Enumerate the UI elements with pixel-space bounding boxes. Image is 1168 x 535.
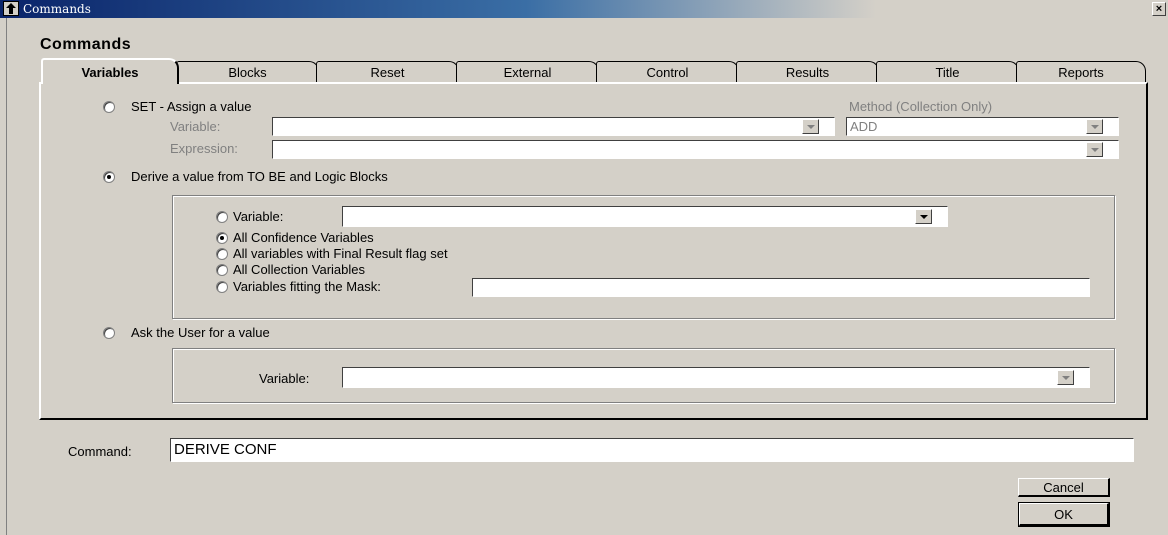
all-collection-label: All Collection Variables <box>233 262 365 277</box>
tab-variables[interactable]: Variables <box>41 58 179 84</box>
expression-select[interactable] <box>272 140 1119 159</box>
set-radio-label: SET - Assign a value <box>131 99 252 114</box>
set-radio[interactable] <box>103 101 115 113</box>
expression-label: Expression: <box>170 141 238 156</box>
tab-control[interactable]: Control <box>596 61 739 82</box>
ask-variable-label: Variable: <box>259 371 310 386</box>
chevron-down-icon[interactable] <box>1086 119 1103 134</box>
chevron-down-icon[interactable] <box>915 209 932 224</box>
chevron-down-icon[interactable] <box>802 119 819 134</box>
mask-label: Variables fitting the Mask: <box>233 279 381 294</box>
ok-button[interactable]: OK <box>1018 502 1110 527</box>
command-input[interactable]: DERIVE CONF <box>170 438 1134 462</box>
app-icon <box>3 1 19 16</box>
final-result-radio[interactable] <box>216 248 228 260</box>
chevron-down-icon[interactable] <box>1057 370 1074 385</box>
all-confidence-label: All Confidence Variables <box>233 230 374 245</box>
tab-title[interactable]: Title <box>876 61 1019 82</box>
ask-radio[interactable] <box>103 327 115 339</box>
derive-variable-label: Variable: <box>233 209 284 224</box>
set-variable-label: Variable: <box>170 119 221 134</box>
method-select[interactable]: ADD <box>846 117 1119 136</box>
window-title: Commands <box>23 2 91 16</box>
chevron-down-icon[interactable] <box>1086 142 1103 157</box>
dialog-heading: Commands <box>40 36 132 53</box>
ask-variable-select[interactable] <box>342 367 1090 388</box>
tab-blocks[interactable]: Blocks <box>176 61 319 82</box>
window-frame <box>0 18 7 535</box>
set-variable-select[interactable] <box>272 117 835 136</box>
tab-reports[interactable]: Reports <box>1016 61 1146 82</box>
title-bar <box>0 0 1168 18</box>
tab-results[interactable]: Results <box>736 61 879 82</box>
cancel-button[interactable]: Cancel <box>1018 478 1110 497</box>
tab-external[interactable]: External <box>456 61 599 82</box>
mask-input[interactable] <box>472 278 1090 297</box>
tab-reset[interactable]: Reset <box>316 61 459 82</box>
derive-radio-label: Derive a value from TO BE and Logic Bloc… <box>131 169 388 184</box>
derive-variable-select[interactable] <box>342 206 948 227</box>
method-label: Method (Collection Only) <box>849 99 993 114</box>
all-confidence-radio[interactable] <box>216 232 228 244</box>
derive-radio[interactable] <box>103 171 115 183</box>
command-label: Command: <box>68 444 132 459</box>
final-result-label: All variables with Final Result flag set <box>233 246 448 261</box>
mask-radio[interactable] <box>216 281 228 293</box>
ask-radio-label: Ask the User for a value <box>131 325 270 340</box>
close-button[interactable]: × <box>1152 2 1166 16</box>
derive-variable-radio[interactable] <box>216 211 228 223</box>
all-collection-radio[interactable] <box>216 264 228 276</box>
